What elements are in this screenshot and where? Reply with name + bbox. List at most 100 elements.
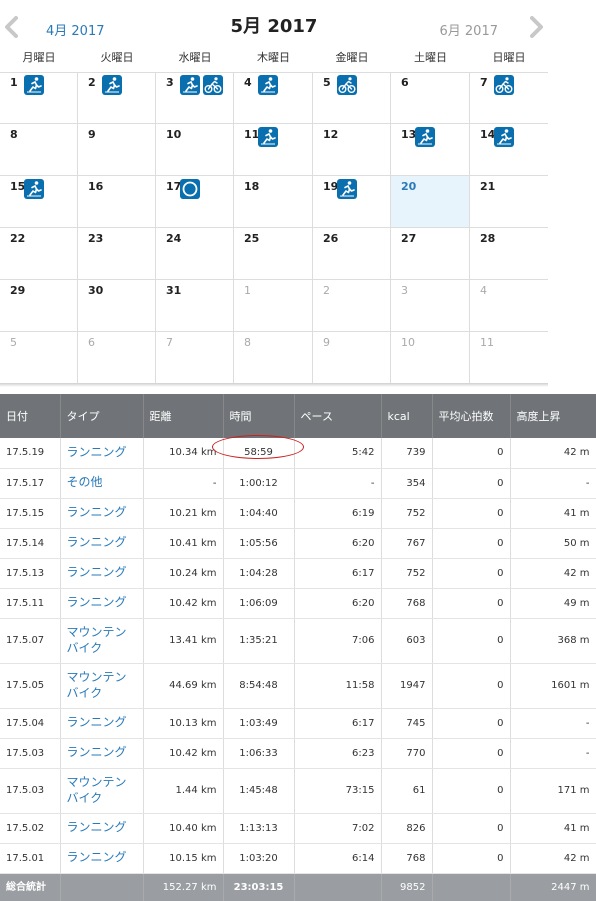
table-row[interactable]: 17.5.17 その他 -1:00:12-354 0-	[0, 468, 596, 499]
activity-type-link[interactable]: マウンテンバイク	[67, 775, 127, 805]
calendar-day[interactable]: 11	[470, 332, 548, 384]
cell-time: 1:04:28	[223, 558, 295, 589]
calendar-day[interactable]: 5	[0, 332, 78, 384]
table-row[interactable]: 17.5.04 ランニング 10.13 km 1:03:49 6:17 745 0-	[0, 708, 596, 739]
calendar-day[interactable]: 4	[470, 280, 548, 332]
next-month-link[interactable]: 6月 2017	[440, 20, 499, 39]
calendar-day[interactable]: 4	[234, 72, 313, 124]
calendar-day[interactable]: 25	[234, 228, 313, 280]
calendar-day[interactable]: 23	[78, 228, 156, 280]
activity-type-link[interactable]: ランニング	[67, 505, 127, 519]
calendar-day[interactable]: 6	[78, 332, 156, 384]
activity-type-link[interactable]: ランニング	[67, 715, 127, 729]
activity-type-link[interactable]: ランニング	[67, 535, 127, 549]
table-header-row: 日付 タイプ 距離 時間 ペース kcal 平均心拍数 高度上昇	[0, 394, 596, 438]
column-header-time[interactable]: 時間	[223, 394, 295, 438]
calendar-day[interactable]: 22	[0, 228, 78, 280]
running-icon[interactable]	[180, 75, 200, 95]
activity-type-link[interactable]: ランニング	[67, 745, 127, 759]
other-icon[interactable]	[180, 179, 200, 199]
table-row[interactable]: 17.5.02 ランニング 10.40 km 1:13:13 7:02 826 0 41 m	[0, 813, 596, 844]
table-row[interactable]: 17.5.11 ランニング 10.42 km 1:06:09 6:20 768 0 49 m	[0, 588, 596, 619]
column-header-elevation[interactable]: 高度上昇	[510, 394, 596, 438]
table-row[interactable]: 17.5.01 ランニング 10.15 km 1:03:20 6:14 768 0 42 m	[0, 843, 596, 874]
cell-kcal: 770	[381, 738, 433, 769]
calendar-day[interactable]: 9	[313, 332, 391, 384]
column-header-type[interactable]: タイプ	[60, 394, 144, 438]
table-row[interactable]: 17.5.03 ランニング 10.42 km 1:06:33 6:23 770 0-	[0, 738, 596, 769]
column-header-avg-hr[interactable]: 平均心拍数	[432, 394, 511, 438]
table-row[interactable]: 17.5.07 マウンテンバイク 13.41 km 1:35:21 7:06 603 0 36…	[0, 618, 596, 664]
cell-date: 17.5.03	[0, 738, 61, 769]
calendar-day[interactable]: 8	[234, 332, 313, 384]
column-header-date[interactable]: 日付	[0, 394, 61, 438]
column-header-distance[interactable]: 距離	[143, 394, 224, 438]
calendar-day[interactable]: 15	[0, 176, 78, 228]
calendar-day[interactable]: 8	[0, 124, 78, 176]
calendar-day[interactable]: 24	[156, 228, 234, 280]
cycling-icon[interactable]	[203, 75, 223, 95]
activity-type-link[interactable]: ランニング	[67, 445, 127, 459]
calendar-day[interactable]: 16	[78, 176, 156, 228]
cell-distance: 1.44 km	[143, 768, 224, 814]
calendar-day[interactable]: 1	[0, 72, 78, 124]
cycling-icon[interactable]	[337, 75, 357, 95]
cycling-icon[interactable]	[494, 75, 514, 95]
chevron-right-icon[interactable]	[530, 16, 544, 38]
running-icon[interactable]	[258, 127, 278, 147]
running-icon[interactable]	[102, 75, 122, 95]
calendar-day[interactable]: 1	[234, 280, 313, 332]
calendar-day[interactable]: 3	[391, 280, 470, 332]
calendar-day[interactable]: 13	[391, 124, 470, 176]
activity-type-link[interactable]: ランニング	[67, 820, 127, 834]
activity-type-link[interactable]: ランニング	[67, 850, 127, 864]
cell-distance: 10.41 km	[143, 528, 224, 559]
calendar-day[interactable]: 5	[313, 72, 391, 124]
cell-distance: -	[143, 468, 224, 499]
calendar-day[interactable]: 17	[156, 176, 234, 228]
column-header-kcal[interactable]: kcal	[381, 394, 433, 438]
calendar-day[interactable]: 12	[313, 124, 391, 176]
table-row[interactable]: 17.5.05 マウンテンバイク 44.69 km 8:54:48 11:58 1947 0…	[0, 663, 596, 709]
column-header-pace[interactable]: ペース	[294, 394, 382, 438]
activity-type-link[interactable]: ランニング	[67, 565, 127, 579]
activity-type-link[interactable]: その他	[67, 475, 103, 489]
running-icon[interactable]	[24, 75, 44, 95]
table-row[interactable]: 17.5.15 ランニング 10.21 km 1:04:40 6:19 752 0 41 m	[0, 498, 596, 529]
calendar-day[interactable]: 18	[234, 176, 313, 228]
table-row[interactable]: 17.5.14 ランニング 10.41 km 1:05:56 6:20 767 0 50 m	[0, 528, 596, 559]
table-row[interactable]: 17.5.03 マウンテンバイク 1.44 km 1:45:48 73:15 61 0 171…	[0, 768, 596, 814]
calendar-day[interactable]: 31	[156, 280, 234, 332]
activity-type-link[interactable]: マウンテンバイク	[67, 670, 127, 700]
calendar-day[interactable]: 21	[470, 176, 548, 228]
total-distance: 152.27 km	[143, 873, 224, 901]
calendar-day[interactable]: 27	[391, 228, 470, 280]
calendar-day[interactable]: 30	[78, 280, 156, 332]
calendar-day[interactable]: 3	[156, 72, 234, 124]
calendar-day[interactable]: 9	[78, 124, 156, 176]
calendar-day[interactable]: 6	[391, 72, 470, 124]
calendar-day[interactable]: 29	[0, 280, 78, 332]
running-icon[interactable]	[24, 179, 44, 199]
calendar-day[interactable]: 10	[391, 332, 470, 384]
calendar-day[interactable]: 28	[470, 228, 548, 280]
calendar-day[interactable]: 14	[470, 124, 548, 176]
calendar-day[interactable]: 10	[156, 124, 234, 176]
calendar-day[interactable]: 7	[470, 72, 548, 124]
calendar-divider	[0, 383, 548, 387]
calendar-day[interactable]: 2	[313, 280, 391, 332]
calendar-day[interactable]: 7	[156, 332, 234, 384]
running-icon[interactable]	[494, 127, 514, 147]
running-icon[interactable]	[337, 179, 357, 199]
running-icon[interactable]	[258, 75, 278, 95]
table-row[interactable]: 17.5.13 ランニング 10.24 km 1:04:28 6:17 752 0 42 m	[0, 558, 596, 589]
running-icon[interactable]	[415, 127, 435, 147]
activity-type-link[interactable]: ランニング	[67, 595, 127, 609]
calendar-day[interactable]: 11	[234, 124, 313, 176]
calendar-day[interactable]: 19	[313, 176, 391, 228]
calendar-day[interactable]: 20	[391, 176, 470, 228]
calendar-day[interactable]: 2	[78, 72, 156, 124]
activity-type-link[interactable]: マウンテンバイク	[67, 625, 127, 655]
table-row[interactable]: 17.5.19 ランニング 10.34 km 58:59 5:42 739 0 42 m	[0, 435, 596, 469]
calendar-day[interactable]: 26	[313, 228, 391, 280]
